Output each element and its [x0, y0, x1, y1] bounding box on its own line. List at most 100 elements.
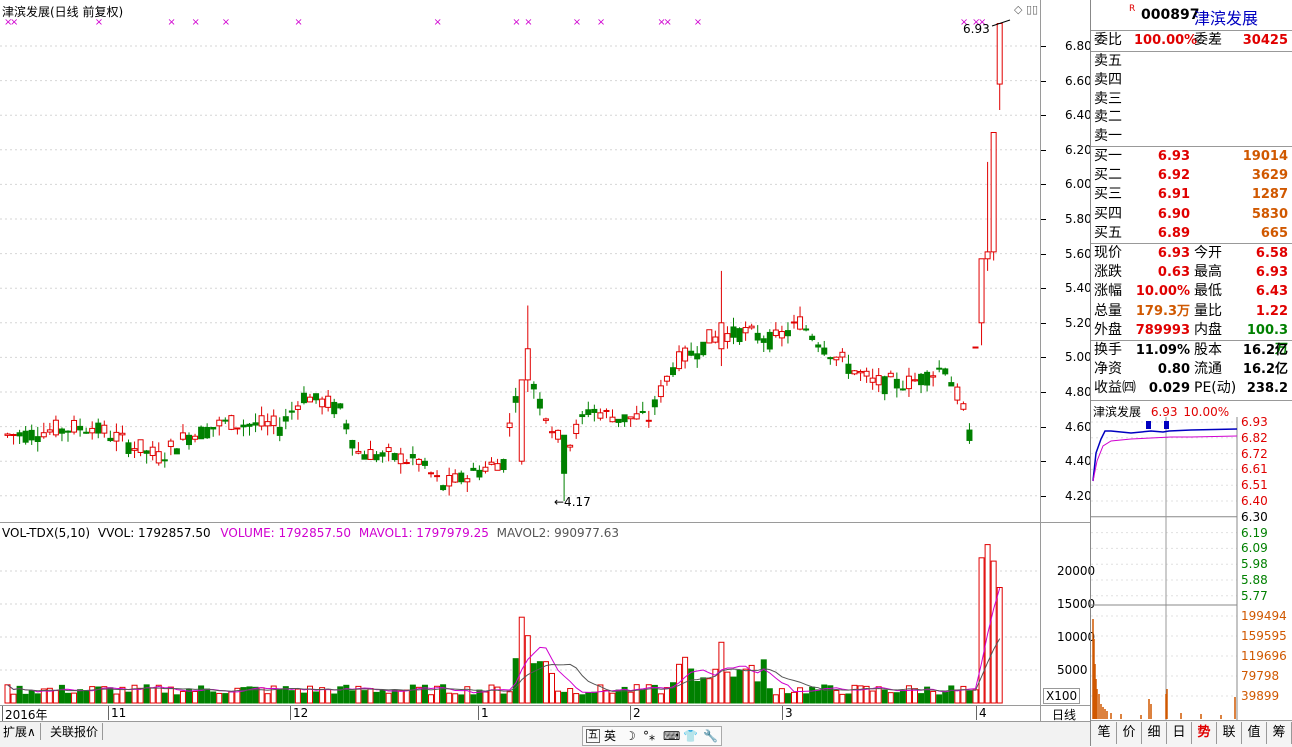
- price-tick: 6.80: [1065, 39, 1092, 53]
- wrench-icon[interactable]: 🔧: [703, 727, 718, 745]
- candle-body: [373, 454, 380, 461]
- ask-label: 卖三: [1094, 90, 1122, 107]
- bid-row[interactable]: 买一 6.93 19014: [1094, 147, 1290, 166]
- volume-bar: [331, 693, 338, 704]
- candle-body: [639, 411, 646, 414]
- right-tab[interactable]: 势: [1192, 722, 1217, 744]
- mini-price-tick: 6.30: [1241, 509, 1268, 524]
- candle-body: [331, 401, 338, 415]
- right-tab[interactable]: 细: [1142, 722, 1167, 744]
- candle-body: [591, 408, 598, 413]
- volume-svg: [0, 544, 1040, 704]
- stat-label: 今开: [1194, 245, 1222, 261]
- volume-bar: [173, 694, 180, 704]
- bid-row[interactable]: 买二 6.92 3629: [1094, 166, 1290, 185]
- bid-row[interactable]: 买五 6.89 665: [1094, 224, 1290, 243]
- x-axis-label: 3: [782, 706, 793, 720]
- moon-icon[interactable]: ☽: [625, 727, 636, 745]
- price-tick: 5.00: [1065, 350, 1092, 365]
- candle-body: [264, 421, 271, 427]
- candle-body: [415, 458, 422, 465]
- volume-bar: [742, 668, 749, 704]
- bid-row[interactable]: 买四 6.90 5830: [1094, 205, 1290, 224]
- volume-bar: [506, 691, 513, 704]
- candle-body: [343, 423, 350, 430]
- x-axis-label: 1: [478, 706, 489, 720]
- volume-bar: [627, 691, 634, 704]
- stat-label: 最低: [1194, 283, 1222, 300]
- candle-body: [391, 453, 398, 461]
- volume-bar: [845, 693, 852, 704]
- volume-bar: [579, 694, 586, 704]
- bid-label: 买四: [1094, 205, 1122, 222]
- right-tab[interactable]: 筹: [1267, 722, 1292, 744]
- kline-chart[interactable]: × × × × × × × × × × × × × × × × × × 津滨发展(日线 前复权) 6.93 ←4.…: [0, 0, 1040, 522]
- candle-body: [22, 430, 29, 443]
- volume-bar: [887, 692, 894, 704]
- volume-bar: [984, 544, 991, 704]
- stat-label: 外盘: [1094, 321, 1122, 338]
- candle-body: [458, 472, 465, 483]
- candle-body: [83, 431, 90, 434]
- right-tab[interactable]: 日: [1167, 722, 1192, 744]
- right-tab[interactable]: 值: [1242, 722, 1267, 744]
- volume-bar: [397, 690, 404, 704]
- volume-bar: [349, 690, 356, 704]
- volume-bar: [899, 690, 906, 704]
- volume-bar: [198, 685, 205, 704]
- mini-intraday-chart[interactable]: 津滨发展 6.93 10.00% 6.93 6.82 6.72 6.61 6.51 6.4…: [1091, 401, 1292, 720]
- volume-bar: [313, 691, 320, 704]
- signal-mark: ×: [573, 17, 581, 28]
- tab-related-quotes[interactable]: 关联报价: [50, 723, 104, 740]
- price-tick: 5.60: [1065, 246, 1092, 261]
- bid-label: 买一: [1094, 148, 1122, 164]
- candle-body: [536, 398, 543, 409]
- x-axis: 2016年 11 12 1 2 3 4: [0, 706, 1040, 723]
- candle-body: [742, 327, 749, 334]
- volume-bar: [930, 690, 937, 704]
- volume-bar: [851, 684, 858, 704]
- candle-body: [294, 405, 301, 410]
- candle-body: [234, 427, 241, 430]
- volume-bar: [857, 685, 864, 704]
- candle-body: [567, 444, 574, 448]
- mini-price-tick: 5.98: [1241, 557, 1268, 572]
- english-icon[interactable]: 英: [604, 727, 616, 745]
- bid-row[interactable]: 买三 6.91 1287: [1094, 185, 1290, 204]
- stat-label: 换手: [1094, 342, 1122, 358]
- volume-bar: [22, 693, 29, 704]
- candle-body: [494, 463, 501, 471]
- right-tab[interactable]: 价: [1117, 722, 1142, 744]
- stat-label: 量比: [1194, 302, 1222, 319]
- volume-bar: [294, 688, 301, 704]
- wubi-icon[interactable]: 五: [586, 729, 600, 743]
- shirt-icon[interactable]: 👕: [683, 727, 698, 745]
- tab-expand[interactable]: 扩展∧: [3, 723, 41, 740]
- volume-bar: [228, 691, 235, 704]
- keyboard-icon[interactable]: ⌨: [663, 727, 680, 745]
- candle-body: [204, 426, 211, 439]
- chart-corner-icons[interactable]: ◇ ▯▯: [1014, 3, 1038, 16]
- volume-bar: [179, 690, 186, 704]
- volume-bar: [875, 686, 882, 704]
- stat-label: 最高: [1194, 264, 1222, 281]
- candle-body: [10, 433, 17, 436]
- volume-chart[interactable]: VOL-TDX(5,10) VVOL: 1792857.50 VOLUME: 1…: [0, 523, 1040, 705]
- candle-body: [724, 333, 731, 342]
- candle-body: [912, 379, 918, 382]
- candle-body: [899, 388, 906, 391]
- candle-body: [978, 258, 985, 324]
- candle-body: [990, 132, 997, 253]
- candle-body: [222, 419, 229, 422]
- candle-body: [966, 429, 973, 441]
- quote-header: R 000897 津滨发展: [1091, 0, 1292, 31]
- candle-body: [809, 335, 816, 341]
- right-tab[interactable]: 笔: [1092, 722, 1117, 744]
- x-axis-label: 12: [290, 706, 308, 720]
- volume-bar: [34, 693, 41, 704]
- candle-body: [863, 370, 870, 377]
- dots-icon[interactable]: °⁎: [643, 727, 655, 745]
- volume-bar: [706, 678, 713, 704]
- candle-body: [754, 332, 761, 341]
- right-tab[interactable]: 联: [1217, 722, 1242, 744]
